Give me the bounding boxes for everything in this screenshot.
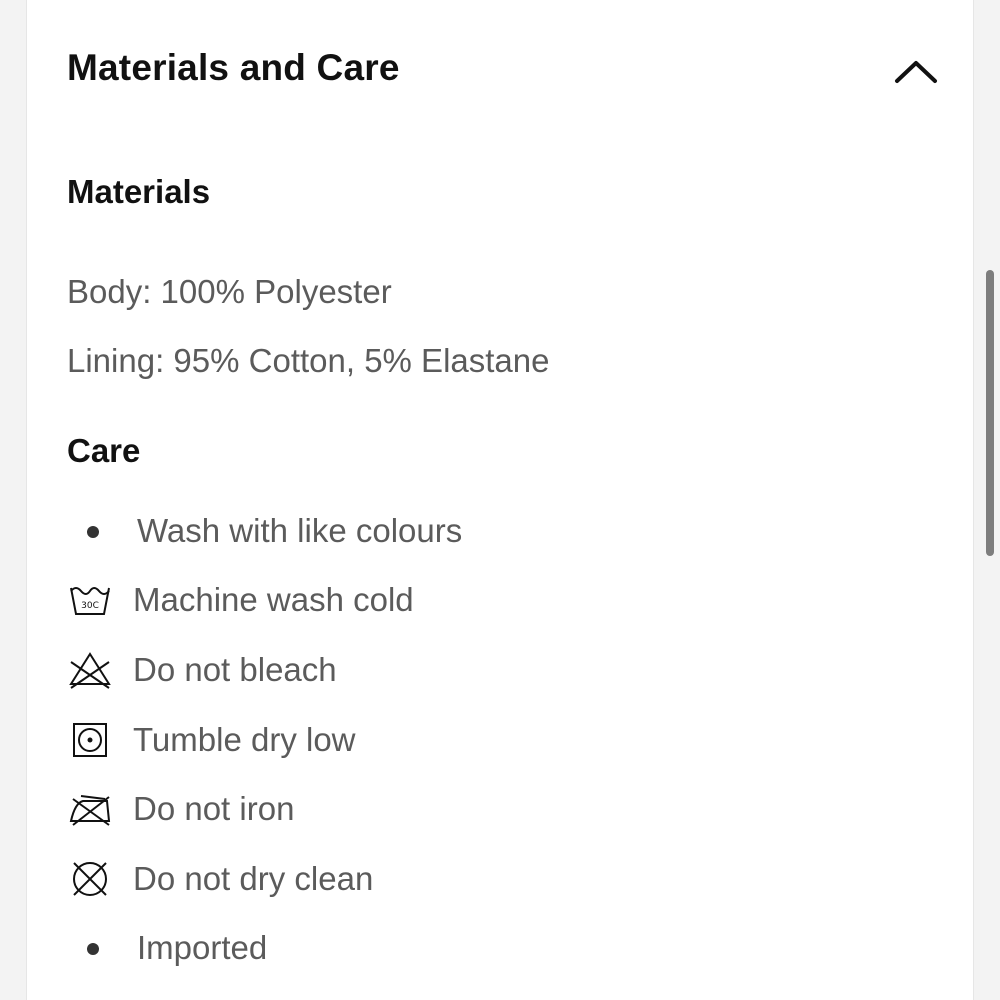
materials-heading: Materials xyxy=(67,173,211,210)
care-item-label: Machine wash cold xyxy=(133,581,414,618)
care-item-do-not-dry-clean: Do not dry clean xyxy=(67,855,927,903)
care-item-label: Do not iron xyxy=(133,790,295,827)
care-item-label: Imported xyxy=(137,929,268,966)
care-item-label: Do not bleach xyxy=(133,651,337,688)
tumble-dry-low-icon xyxy=(73,723,107,757)
do-not-iron-icon xyxy=(69,795,111,826)
chevron-up-icon[interactable] xyxy=(893,56,939,86)
scrollbar-thumb[interactable] xyxy=(986,270,994,556)
bullet-icon xyxy=(87,943,99,955)
wash-temp-label: 30C xyxy=(81,601,99,611)
care-item-label: Tumble dry low xyxy=(133,721,356,758)
do-not-dry-clean-icon xyxy=(73,862,107,896)
care-heading: Care xyxy=(67,432,141,469)
material-lining: Lining: 95% Cotton, 5% Elastane xyxy=(67,342,550,379)
care-item-label: Do not dry clean xyxy=(133,860,374,897)
care-item-imported: Imported xyxy=(67,924,927,972)
material-body: Body: 100% Polyester xyxy=(67,273,392,310)
materials-care-accordion-header[interactable]: Materials and Care xyxy=(27,30,975,106)
materials-care-panel: Materials and Care Materials Body: 100% … xyxy=(26,0,974,1000)
care-item-tumble-dry-low: Tumble dry low xyxy=(67,716,927,764)
machine-wash-30c-icon: 30C xyxy=(70,587,110,615)
care-item-do-not-bleach: Do not bleach xyxy=(67,646,927,694)
do-not-bleach-icon xyxy=(69,652,111,689)
care-item-machine-wash-cold: 30C Machine wash cold xyxy=(67,576,927,624)
care-item-label: Wash with like colours xyxy=(137,512,463,549)
accordion-title: Materials and Care xyxy=(67,47,400,88)
care-item-do-not-iron: Do not iron xyxy=(67,785,927,833)
bullet-icon xyxy=(87,526,99,538)
care-item-wash-with-like-colours: Wash with like colours xyxy=(67,507,927,555)
